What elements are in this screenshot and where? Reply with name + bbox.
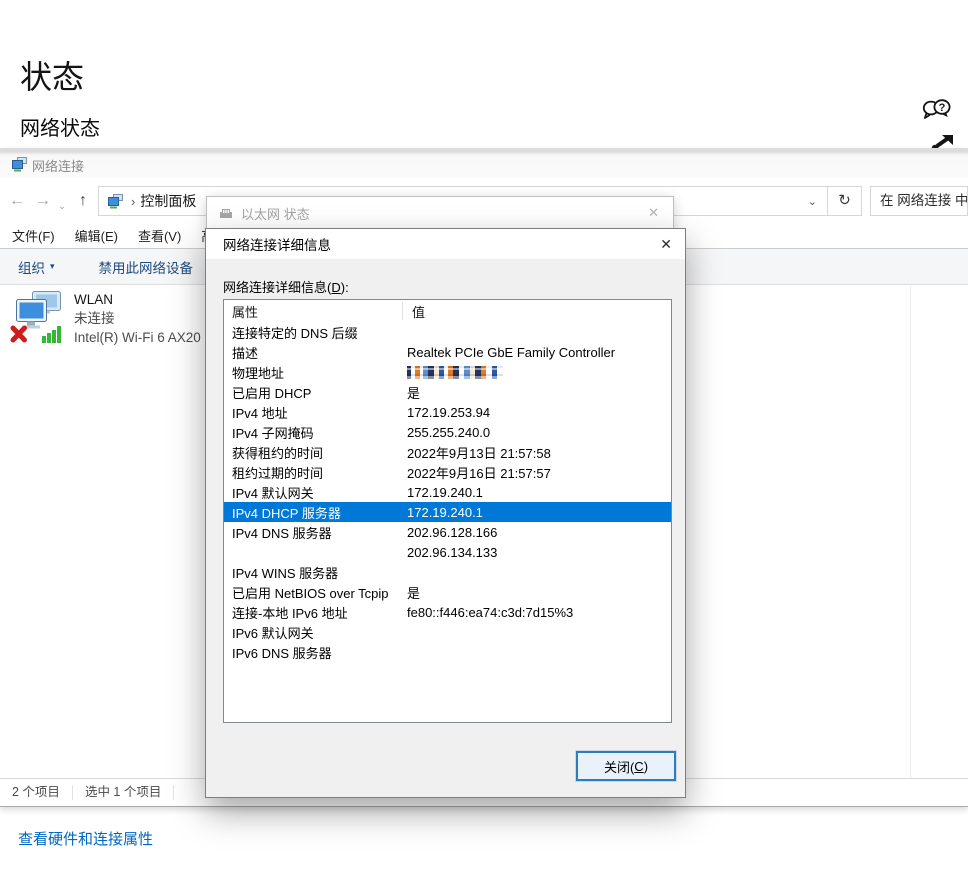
explorer-titlebar[interactable]: 网络连接: [0, 148, 968, 178]
details-row[interactable]: 连接特定的 DNS 后缀: [224, 322, 671, 342]
details-row-value: 是: [407, 583, 671, 602]
details-row[interactable]: IPv4 地址172.19.253.94: [224, 402, 671, 422]
details-row-value: Realtek PCIe GbE Family Controller: [407, 345, 671, 360]
forward-button[interactable]: →: [32, 190, 54, 212]
menu-file[interactable]: 文件(F): [12, 226, 55, 245]
details-row-label: IPv4 默认网关: [224, 483, 407, 502]
refresh-button[interactable]: ↻: [828, 186, 862, 216]
details-listview: 属性 值 连接特定的 DNS 后缀描述Realtek PCIe GbE Fami…: [223, 299, 672, 723]
details-row[interactable]: 描述Realtek PCIe GbE Family Controller: [224, 342, 671, 362]
list-view-edge: [910, 286, 911, 779]
details-row-value: 是: [407, 383, 671, 402]
details-dialog-title: 网络连接详细信息: [223, 234, 331, 254]
column-divider[interactable]: [402, 302, 403, 320]
details-listview-body: 连接特定的 DNS 后缀描述Realtek PCIe GbE Family Co…: [224, 322, 671, 662]
network-details-dialog: 网络连接详细信息 ✕ 网络连接详细信息(D): 属性 值 连接特定的 DNS 后…: [205, 228, 686, 798]
details-row-value: 2022年9月16日 21:57:57: [407, 463, 671, 482]
details-row-label: IPv4 DHCP 服务器: [224, 503, 407, 522]
details-row[interactable]: IPv6 默认网关: [224, 622, 671, 642]
address-dropdown-icon[interactable]: ⌄: [808, 195, 817, 208]
details-row-label: IPv4 WINS 服务器: [224, 563, 407, 582]
details-row[interactable]: 已启用 DHCP是: [224, 382, 671, 402]
details-row-label: 描述: [224, 343, 407, 362]
disable-device-button[interactable]: 禁用此网络设备: [99, 257, 194, 277]
details-row[interactable]: IPv6 DNS 服务器: [224, 642, 671, 662]
details-row-label: 连接-本地 IPv6 地址: [224, 603, 407, 622]
explorer-title: 网络连接: [32, 156, 84, 175]
details-row[interactable]: IPv4 DHCP 服务器172.19.240.1: [224, 502, 671, 522]
details-row[interactable]: IPv4 DNS 服务器202.96.128.166: [224, 522, 671, 542]
details-row[interactable]: IPv4 默认网关172.19.240.1: [224, 482, 671, 502]
details-row-value: 202.96.128.166: [407, 525, 671, 540]
wlan-connection-item[interactable]: WLAN 未连接 Intel(R) Wi-Fi 6 AX20: [8, 290, 206, 347]
details-row-label: 租约过期的时间: [224, 463, 407, 482]
details-row[interactable]: 物理地址: [224, 362, 671, 382]
details-row-value: 2022年9月13日 21:57:58: [407, 443, 671, 462]
wlan-item-text: WLAN 未连接 Intel(R) Wi-Fi 6 AX20: [74, 290, 206, 347]
details-row-value: 255.255.240.0: [407, 425, 671, 440]
up-button[interactable]: ↑: [72, 190, 94, 212]
organize-caret-icon: ▾: [50, 261, 55, 272]
view-hardware-properties-link[interactable]: 查看硬件和连接属性: [18, 828, 153, 849]
details-row-label: IPv4 地址: [224, 403, 407, 422]
details-field-label: 网络连接详细信息(D):: [223, 277, 349, 296]
breadcrumb-network-icon: [106, 194, 124, 209]
details-row-label: IPv4 DNS 服务器: [224, 523, 407, 542]
details-row-value: 172.19.240.1: [407, 505, 671, 520]
details-listview-header[interactable]: 属性 值: [224, 300, 671, 322]
column-header-value[interactable]: 值: [407, 302, 425, 321]
details-row-label: 连接特定的 DNS 后缀: [224, 323, 407, 342]
menu-edit[interactable]: 编辑(E): [75, 226, 118, 245]
close-icon[interactable]: ✕: [648, 205, 659, 221]
details-row-value: 202.96.134.133: [407, 545, 671, 560]
network-connections-icon: [10, 157, 28, 177]
details-row-value: 172.19.240.1: [407, 485, 671, 500]
search-input[interactable]: 在 网络连接 中搜索: [870, 186, 968, 216]
redacted-mac-address: [407, 366, 503, 379]
ethernet-plug-icon: [219, 208, 233, 219]
organize-button[interactable]: 组织: [18, 257, 45, 277]
details-row[interactable]: IPv4 子网掩码255.255.240.0: [224, 422, 671, 442]
details-row[interactable]: 租约过期的时间2022年9月16日 21:57:57: [224, 462, 671, 482]
items-count: 2 个项目: [0, 785, 73, 800]
details-row-label: IPv6 默认网关: [224, 623, 407, 642]
details-row-value: fe80::f446:ea74:c3d:7d15%3: [407, 605, 671, 620]
details-row[interactable]: 获得租约的时间2022年9月13日 21:57:58: [224, 442, 671, 462]
details-row-label: IPv6 DNS 服务器: [224, 643, 407, 662]
breadcrumb-chevron-icon: ›: [131, 194, 135, 209]
details-row-label: 已启用 NetBIOS over Tcpip: [224, 583, 407, 602]
page-title: 状态: [20, 52, 84, 98]
help-bubble-icon[interactable]: ?: [922, 97, 952, 130]
breadcrumb-item-control-panel[interactable]: 控制面板: [140, 191, 196, 211]
menu-view[interactable]: 查看(V): [138, 226, 181, 245]
details-row-label: 已启用 DHCP: [224, 383, 407, 402]
history-caret-icon[interactable]: ⌄: [56, 195, 68, 217]
details-row-label: 获得租约的时间: [224, 443, 407, 462]
screen: 状态 网络状态 ? 诊断并解决网络问题。 查看硬件和连接属性: [0, 0, 968, 869]
section-title-network-status: 网络状态: [20, 112, 100, 141]
details-row[interactable]: 202.96.134.133: [224, 542, 671, 562]
ethernet-dialog-titlebar[interactable]: 以太网 状态 ✕: [207, 197, 673, 229]
details-row-label: IPv4 子网掩码: [224, 423, 407, 442]
svg-text:?: ?: [939, 102, 946, 114]
details-dialog-titlebar[interactable]: 网络连接详细信息 ✕: [206, 229, 685, 259]
wlan-status: 未连接: [74, 309, 206, 328]
wlan-adapter-name: Intel(R) Wi-Fi 6 AX20: [74, 328, 206, 347]
details-row[interactable]: 已启用 NetBIOS over Tcpip是: [224, 582, 671, 602]
wlan-name: WLAN: [74, 290, 206, 309]
details-row-label: 物理地址: [224, 363, 407, 382]
details-row[interactable]: 连接-本地 IPv6 地址fe80::f446:ea74:c3d:7d15%3: [224, 602, 671, 622]
selected-count: 选中 1 个项目: [73, 785, 174, 800]
details-row[interactable]: IPv4 WINS 服务器: [224, 562, 671, 582]
ethernet-dialog-title: 以太网 状态: [241, 204, 310, 223]
details-row-value: [407, 365, 671, 380]
back-button[interactable]: ←: [6, 190, 28, 212]
close-icon[interactable]: ✕: [660, 236, 672, 253]
close-button[interactable]: 关闭(C): [576, 751, 676, 781]
wlan-adapter-icon: [8, 290, 66, 344]
column-header-property[interactable]: 属性: [224, 302, 407, 321]
details-row-value: 172.19.253.94: [407, 405, 671, 420]
